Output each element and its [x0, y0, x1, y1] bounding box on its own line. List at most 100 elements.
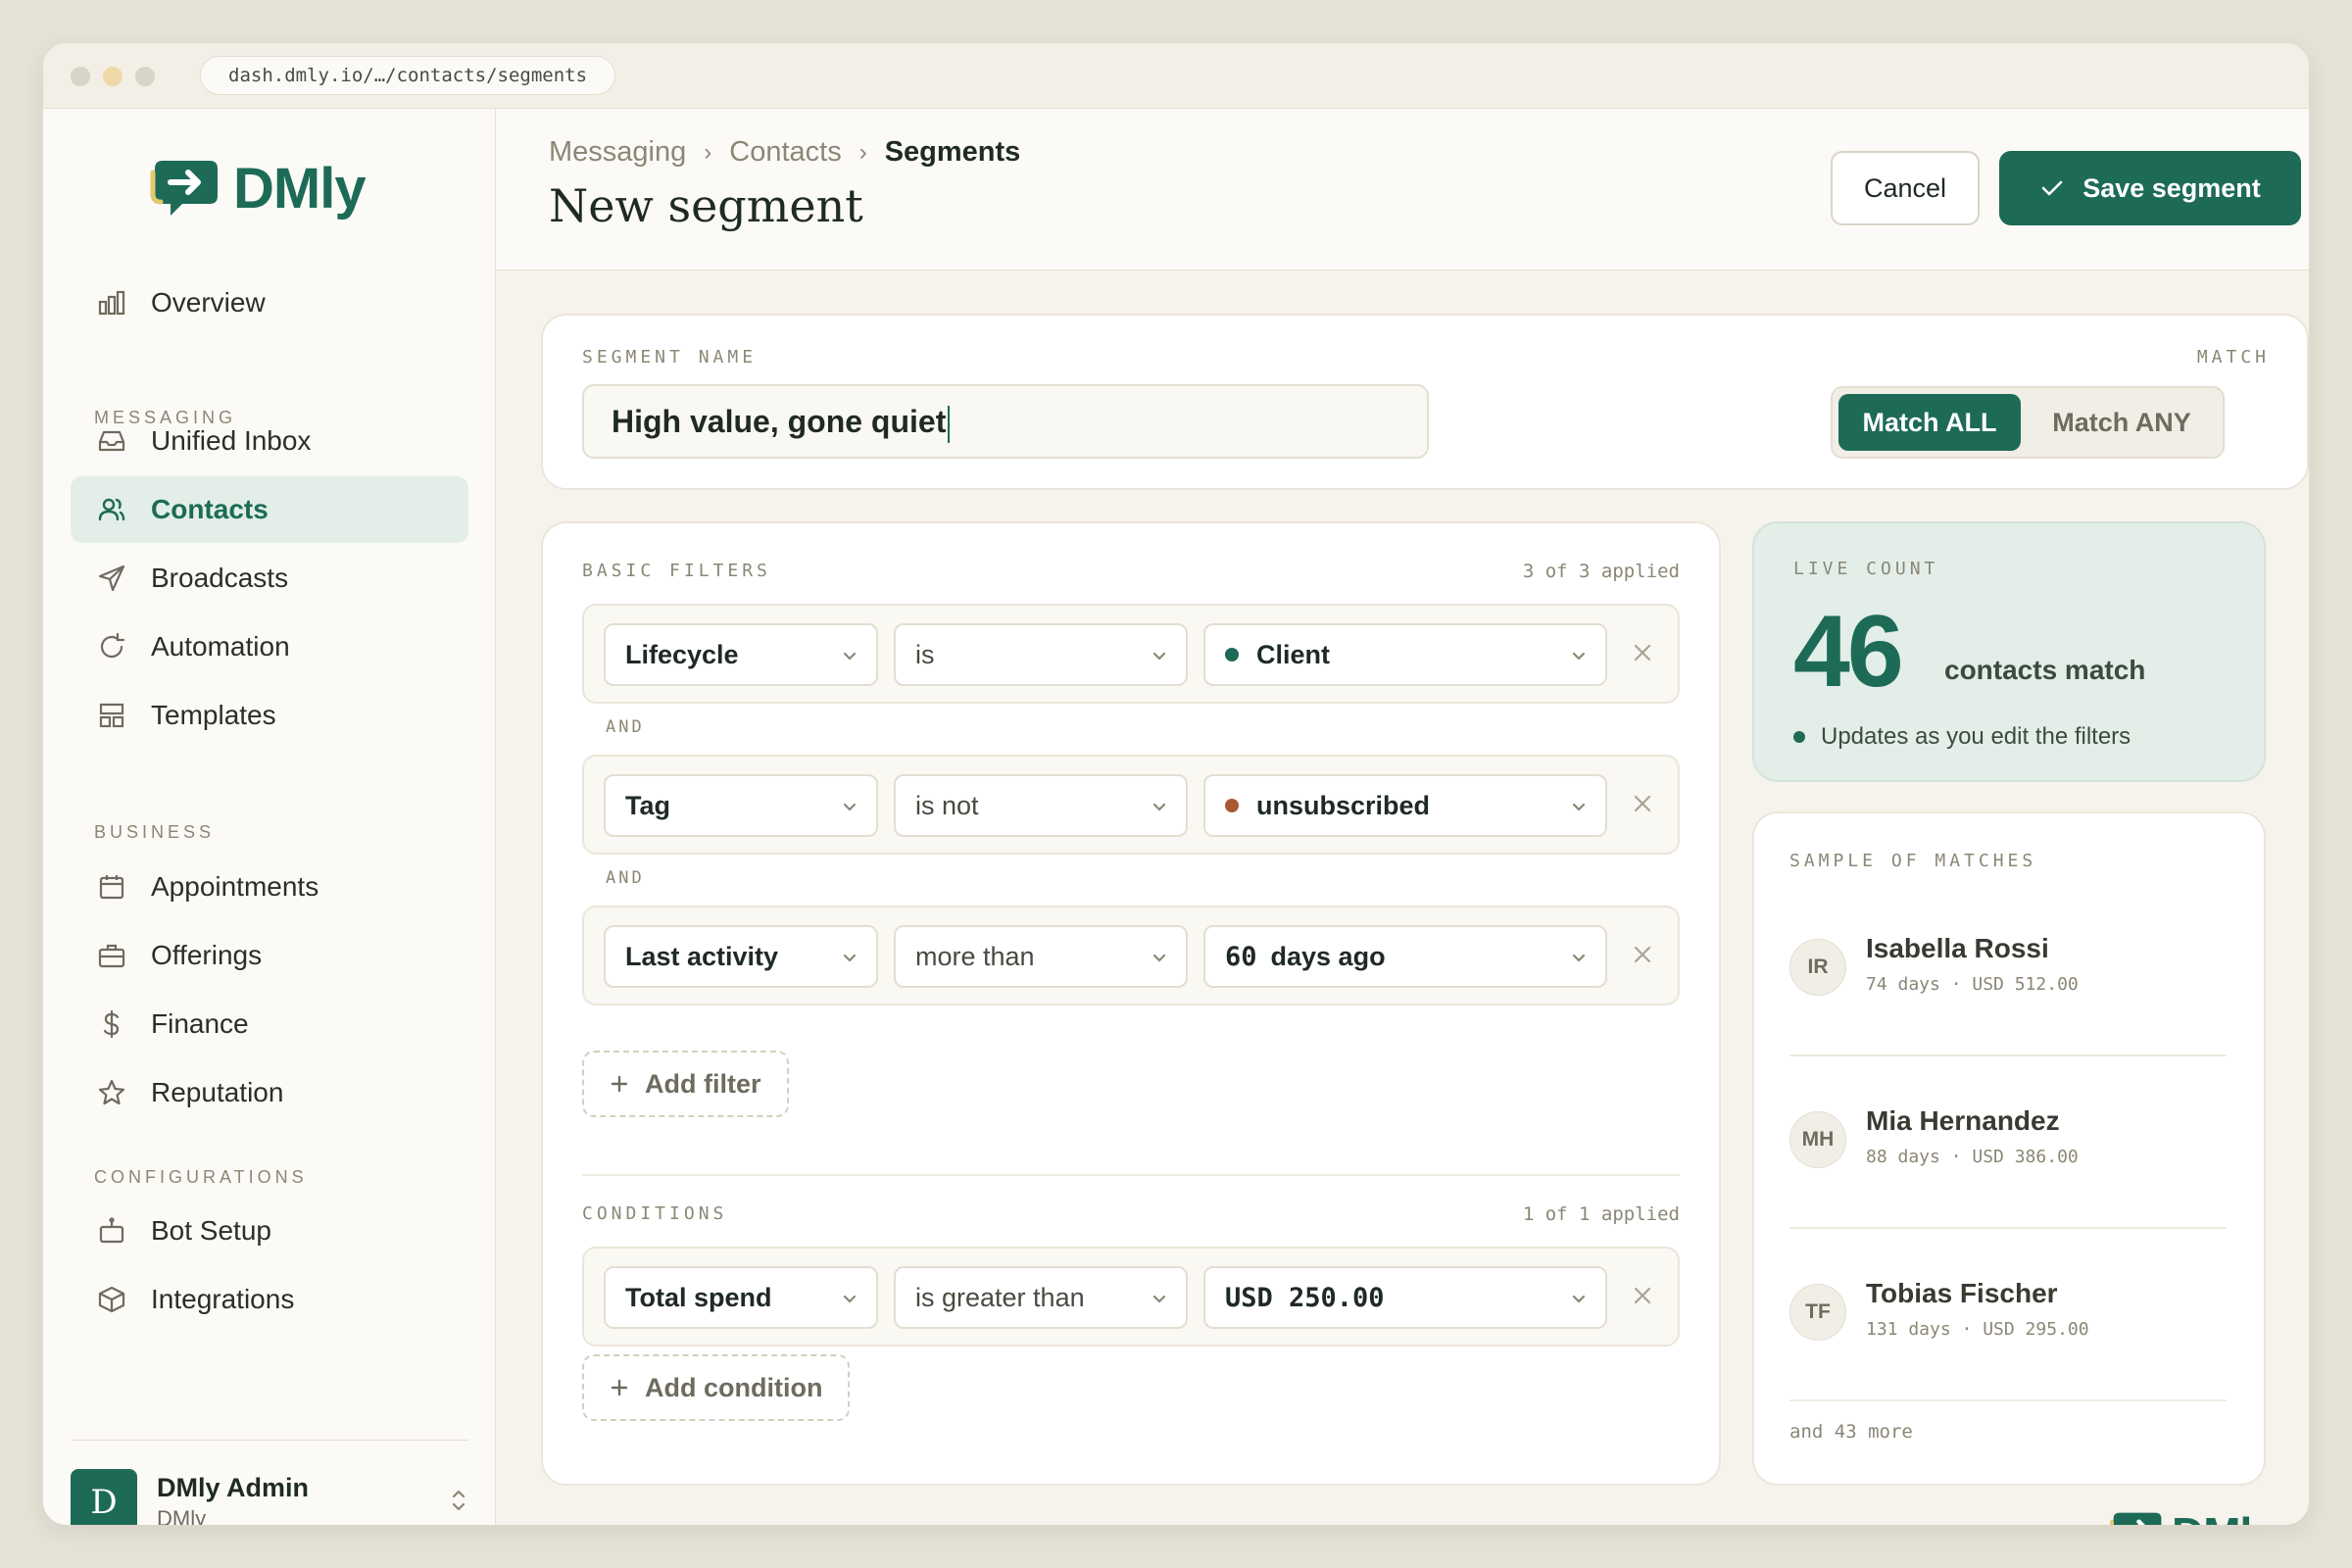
- section-divider: [582, 1174, 1680, 1176]
- sidebar-item-integrations[interactable]: Integrations: [71, 1266, 468, 1333]
- filter-value-select[interactable]: Client: [1203, 623, 1607, 686]
- sidebar-item-reputation[interactable]: Reputation: [71, 1059, 468, 1126]
- save-segment-button[interactable]: Save segment: [1999, 151, 2301, 225]
- breadcrumb-messaging[interactable]: Messaging: [549, 136, 686, 169]
- add-condition-label: Add condition: [645, 1372, 823, 1402]
- chevron-down-icon: [1152, 652, 1166, 661]
- filter-value-select[interactable]: unsubscribed: [1203, 774, 1607, 837]
- page-header: Messaging › Contacts › Segments New segm…: [496, 109, 2309, 270]
- list-divider: [1789, 1054, 2227, 1056]
- star-icon: [96, 1077, 127, 1108]
- sidebar-item-offerings[interactable]: Offerings: [71, 922, 468, 989]
- sidebar: DMly Overview MESSAGING Unified Inbox Co…: [43, 109, 496, 1525]
- more-matches-text[interactable]: and 43 more: [1789, 1421, 1913, 1443]
- sidebar-item-label: Overview: [151, 287, 266, 318]
- watermark-logo: DMly: [2109, 1507, 2277, 1525]
- add-filter-button[interactable]: Add filter: [582, 1051, 789, 1117]
- logo-chat-arrow-icon: [150, 161, 218, 216]
- sidebar-item-contacts[interactable]: Contacts: [71, 476, 468, 543]
- sidebar-item-appointments[interactable]: Appointments: [71, 854, 468, 920]
- watermark-text: DMly: [2172, 1507, 2277, 1525]
- live-count-suffix: contacts match: [1944, 655, 2146, 685]
- filter-value-select[interactable]: 60 days ago: [1203, 925, 1607, 988]
- segment-name-input[interactable]: High value, gone quiet: [582, 384, 1429, 459]
- chevron-down-icon: [843, 1295, 857, 1303]
- filter-operator-value: more than: [915, 941, 1035, 971]
- filter-operator-select[interactable]: is not: [894, 774, 1188, 837]
- condition-field-value: Total spend: [625, 1282, 772, 1312]
- filter-operator-select[interactable]: more than: [894, 925, 1188, 988]
- live-count-label: LIVE COUNT: [1793, 559, 1939, 579]
- remove-filter-icon[interactable]: [1631, 943, 1654, 966]
- minimize-window-dot[interactable]: [103, 67, 122, 86]
- plus-icon: [611, 1379, 628, 1396]
- chevron-down-icon: [1152, 803, 1166, 811]
- sidebar-item-unified-inbox[interactable]: Unified Inbox: [71, 408, 468, 474]
- basic-filters-label: BASIC FILTERS: [582, 561, 771, 581]
- sidebar-item-overview[interactable]: Overview: [71, 270, 468, 336]
- url-bar[interactable]: dash.dmly.io/…/contacts/segments: [200, 56, 616, 95]
- avatar: MH: [1789, 1111, 1846, 1168]
- days-number: 60: [1225, 941, 1257, 972]
- breadcrumb-separator-icon: ›: [858, 138, 867, 166]
- user-menu[interactable]: D DMly Admin DMly: [71, 1469, 468, 1525]
- filter-field-select[interactable]: Lifecycle: [604, 623, 878, 686]
- brand-logo[interactable]: DMly: [149, 154, 367, 222]
- briefcase-icon: [96, 940, 127, 971]
- filter-field-value: Lifecycle: [625, 639, 739, 669]
- sidebar-item-automation[interactable]: Automation: [71, 613, 468, 680]
- match-all-option[interactable]: Match ALL: [1838, 394, 2021, 451]
- sidebar-item-label: Automation: [151, 631, 290, 662]
- sidebar-item-label: Integrations: [151, 1284, 295, 1314]
- chevron-up-down-icon: [452, 1490, 466, 1511]
- live-count-note: Updates as you edit the filters: [1793, 723, 2131, 751]
- filter-row: Tag is not unsubscribed: [582, 755, 1680, 855]
- contact-meta: 131 days · USD 295.00: [1866, 1319, 2089, 1340]
- cancel-button[interactable]: Cancel: [1831, 151, 1980, 225]
- sidebar-item-finance[interactable]: Finance: [71, 991, 468, 1057]
- condition-operator-select[interactable]: is greater than: [894, 1266, 1188, 1329]
- users-icon: [96, 494, 127, 525]
- live-count-card: LIVE COUNT 46 contacts match Updates as …: [1752, 521, 2266, 782]
- breadcrumb-contacts[interactable]: Contacts: [729, 136, 841, 169]
- remove-filter-icon[interactable]: [1631, 792, 1654, 815]
- status-dot: [1225, 648, 1239, 662]
- chevron-down-icon: [1572, 803, 1586, 811]
- close-window-dot[interactable]: [71, 67, 90, 86]
- segment-name-card: SEGMENT NAME MATCH High value, gone quie…: [541, 314, 2309, 490]
- filter-field-select[interactable]: Last activity: [604, 925, 878, 988]
- maximize-window-dot[interactable]: [135, 67, 155, 86]
- sample-matches-card: SAMPLE OF MATCHES IR Isabella Rossi 74 d…: [1752, 811, 2266, 1486]
- tag-dot: [1225, 799, 1239, 812]
- filter-field-select[interactable]: Tag: [604, 774, 878, 837]
- list-divider: [1789, 1399, 2227, 1401]
- filters-card: BASIC FILTERS 3 of 3 applied Lifecycle i…: [541, 521, 1721, 1486]
- dollar-icon: [96, 1008, 127, 1040]
- match-any-option[interactable]: Match ANY: [2029, 394, 2215, 451]
- logo-text: DMly: [233, 156, 367, 220]
- list-item[interactable]: TF Tobias Fischer 131 days · USD 295.00: [1789, 1274, 2227, 1352]
- logo-chat-arrow-icon: [2110, 1512, 2162, 1525]
- condition-operator-value: is greater than: [915, 1282, 1085, 1312]
- list-item[interactable]: MH Mia Hernandez 88 days · USD 386.00: [1789, 1102, 2227, 1180]
- condition-value-select[interactable]: USD 250.00: [1203, 1266, 1607, 1329]
- sidebar-item-broadcasts[interactable]: Broadcasts: [71, 545, 468, 612]
- contact-name: Mia Hernandez: [1866, 1105, 2060, 1136]
- add-condition-button[interactable]: Add condition: [582, 1354, 851, 1421]
- filter-operator-select[interactable]: is: [894, 623, 1188, 686]
- bar-chart-icon: [96, 287, 127, 318]
- sidebar-item-bot-setup[interactable]: Bot Setup: [71, 1198, 468, 1264]
- contact-name: Tobias Fischer: [1866, 1278, 2058, 1308]
- sidebar-divider: [71, 1440, 468, 1441]
- sidebar-item-templates[interactable]: Templates: [71, 682, 468, 749]
- list-item[interactable]: IR Isabella Rossi 74 days · USD 512.00: [1789, 929, 2227, 1007]
- chevron-down-icon: [843, 652, 857, 661]
- inbox-icon: [96, 425, 127, 457]
- condition-field-select[interactable]: Total spend: [604, 1266, 878, 1329]
- remove-filter-icon[interactable]: [1631, 641, 1654, 664]
- conditions-applied-count: 1 of 1 applied: [1522, 1203, 1680, 1225]
- check-icon: [2041, 180, 2063, 196]
- breadcrumb: Messaging › Contacts › Segments: [549, 136, 1020, 169]
- remove-condition-icon[interactable]: [1631, 1284, 1654, 1307]
- sidebar-item-label: Unified Inbox: [151, 425, 312, 456]
